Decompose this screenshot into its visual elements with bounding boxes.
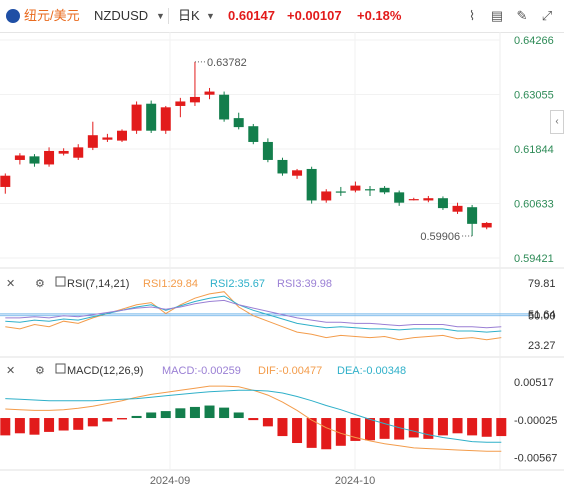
candle-body xyxy=(146,103,157,131)
rsi-axis-tick: 50.00 xyxy=(528,311,556,323)
macd-axis-tick: -0.00025 xyxy=(514,415,557,427)
rsi-axis-tick: 23.27 xyxy=(528,340,556,352)
macd-histogram-bar xyxy=(437,418,448,436)
macd-histogram-bar xyxy=(0,418,11,436)
macd-value-macd: MACD:-0.00259 xyxy=(162,365,241,377)
candle-body xyxy=(262,141,273,160)
candle-body xyxy=(87,135,98,148)
candle-body xyxy=(102,137,113,140)
price-axis-tick: 0.61844 xyxy=(514,144,554,156)
macd-histogram-bar xyxy=(131,415,142,419)
macd-histogram-bar xyxy=(365,418,375,441)
macd-box-icon xyxy=(55,363,66,374)
macd-histogram-bar xyxy=(44,418,55,432)
macd-histogram-bar xyxy=(29,418,40,435)
close-rsi-icon: ✕ xyxy=(6,278,15,290)
candle-body xyxy=(44,150,55,165)
macd-histogram-bar xyxy=(321,418,332,450)
candle-body xyxy=(481,222,492,228)
candle-body xyxy=(58,150,69,154)
macd-histogram-bar xyxy=(146,412,157,419)
candle-body xyxy=(233,118,244,128)
candle-body xyxy=(219,94,230,120)
macd-axis-tick: 0.00517 xyxy=(514,377,554,389)
macd-histogram-bar xyxy=(233,412,244,419)
macd-histogram-bar xyxy=(87,418,98,427)
candle-body xyxy=(29,156,40,164)
candle-body xyxy=(437,198,448,209)
candle-body xyxy=(335,191,346,193)
macd-histogram-bar xyxy=(277,418,288,437)
macd-histogram-bar xyxy=(189,406,200,419)
macd-histogram-bar xyxy=(117,418,127,420)
high-price-label: 0.63782 xyxy=(207,57,247,69)
candle-body xyxy=(175,101,186,106)
macd-title: MACD(12,26,9) xyxy=(67,365,143,377)
macd-histogram-bar xyxy=(248,418,259,421)
macd-histogram-bar xyxy=(175,408,186,419)
candle-body xyxy=(0,175,11,187)
rsi-panel[interactable]: ✕ ⚙ RSI(7,14,21) RSI1:29.84 RSI2:35.67 RSI3:3… xyxy=(0,276,530,341)
price-axis-tick: 0.60633 xyxy=(514,198,554,210)
macd-histogram-bar xyxy=(160,411,171,419)
rsi-title: RSI(7,14,21) xyxy=(67,278,129,290)
candle-body xyxy=(379,187,390,193)
candle-body xyxy=(306,168,317,201)
macd-histogram-bar xyxy=(379,418,390,439)
candle-body xyxy=(423,198,434,201)
rsi-value-rsi2: RSI2:35.67 xyxy=(210,278,265,290)
price-axis-tick: 0.59421 xyxy=(514,253,554,265)
candlestick-panel[interactable]: 0.63782 0.59906 xyxy=(0,57,492,243)
candle-body xyxy=(189,96,200,103)
macd-panel[interactable]: ✕ ⚙ MACD(12,26,9) MACD:-0.00259 DIF:-0.00477… xyxy=(0,363,507,452)
macd-line-dea xyxy=(5,389,502,443)
candle-body xyxy=(321,191,332,201)
candle-body xyxy=(73,147,84,158)
candle-body xyxy=(292,170,303,176)
candle-body xyxy=(248,126,259,142)
candle-body xyxy=(131,104,142,131)
macd-histogram-bar xyxy=(219,407,230,419)
macd-histogram-bar xyxy=(262,418,273,427)
candle-body xyxy=(277,159,288,174)
candle-body xyxy=(394,192,405,203)
macd-histogram-bar xyxy=(292,418,303,444)
macd-histogram-bar xyxy=(496,418,507,437)
candle-body xyxy=(452,205,463,212)
macd-histogram-bar xyxy=(73,418,84,430)
rsi-box-icon xyxy=(55,276,66,287)
macd-value-dif: DIF:-0.00477 xyxy=(258,365,322,377)
grid-lines xyxy=(0,32,564,471)
macd-histogram-bar xyxy=(204,405,215,419)
macd-histogram-bar xyxy=(452,418,463,434)
macd-histogram-bar xyxy=(58,418,69,431)
macd-histogram-bar xyxy=(102,418,113,422)
macd-settings-icon: ⚙ xyxy=(35,365,45,377)
macd-value-dea: DEA:-0.00348 xyxy=(337,365,406,377)
macd-histogram-bar xyxy=(467,418,478,436)
date-axis-tick: 2024-09 xyxy=(150,475,190,487)
date-axis-tick: 2024-10 xyxy=(335,475,375,487)
rsi-settings-icon: ⚙ xyxy=(35,278,45,290)
price-axis-tick: 0.63055 xyxy=(514,89,554,101)
low-price-label: 0.59906 xyxy=(420,231,460,243)
rsi-axis-tick: 79.81 xyxy=(528,278,556,290)
candle-body xyxy=(408,199,419,201)
macd-axis-tick: -0.00567 xyxy=(514,452,557,464)
candle-body xyxy=(204,91,215,95)
macd-histogram-bar xyxy=(14,418,25,434)
close-macd-icon: ✕ xyxy=(6,365,15,377)
rsi-value-rsi1: RSI1:29.84 xyxy=(143,278,198,290)
candle-body xyxy=(14,155,25,160)
candle-body xyxy=(350,185,361,191)
candle-body xyxy=(365,189,375,191)
chart-canvas: 0.63782 0.59906 ✕ ⚙ RSI(7,14,21) RSI1:29.84 R… xyxy=(0,32,564,487)
candle-body xyxy=(160,107,171,131)
price-axis-tick: 0.64266 xyxy=(514,35,554,47)
macd-histogram-bar xyxy=(408,418,419,438)
candle-body xyxy=(467,207,478,224)
rsi-value-rsi3: RSI3:39.98 xyxy=(277,278,332,290)
macd-histogram-bar xyxy=(481,418,492,437)
candle-body xyxy=(117,130,127,141)
